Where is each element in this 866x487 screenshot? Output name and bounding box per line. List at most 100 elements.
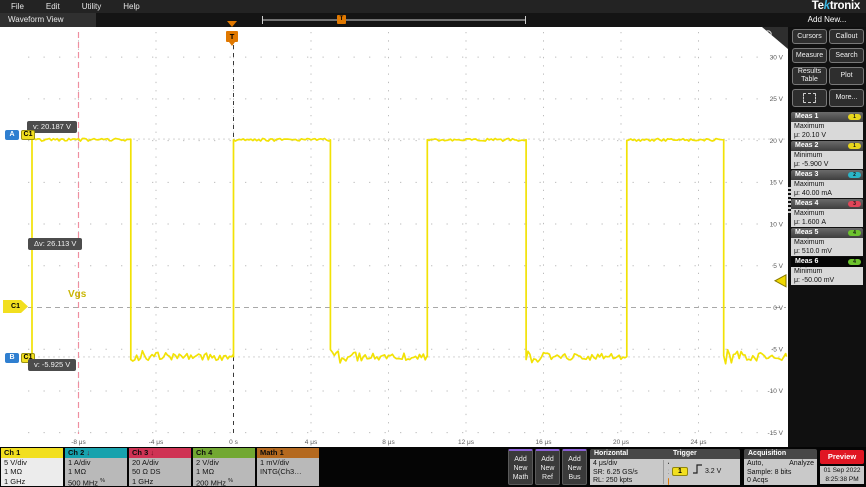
ch4-impedance: 1 MΩ <box>196 467 252 476</box>
horizontal-scale: 4 μs/div <box>593 460 659 469</box>
trigger-panel[interactable]: Trigger 1 3.2 V <box>669 449 740 485</box>
meas-3-source-badge: 2 <box>848 172 861 178</box>
svg-text:5 V: 5 V <box>773 263 783 270</box>
meas-6-type: Minimum <box>794 267 860 276</box>
math1-label: Math 1 <box>260 448 284 457</box>
screen-capture-icon <box>803 93 816 103</box>
channel-1-badge[interactable]: Ch 1 5 V/div 1 MΩ 1 GHz <box>1 448 63 486</box>
meas-3-title: Meas 3 <box>795 171 818 178</box>
svg-text:0 s: 0 s <box>229 439 238 446</box>
more-button[interactable]: More... <box>829 89 864 107</box>
results-table-button[interactable]: Results Table <box>792 67 827 85</box>
add-new-math-button[interactable]: AddNewMath <box>508 449 533 485</box>
trigger-t-badge[interactable]: T <box>226 31 238 42</box>
ch2-scale: 1 A/div <box>68 458 124 467</box>
cursor-a-badge[interactable]: A <box>5 130 19 140</box>
channel-2-badge[interactable]: Ch 2 ↓ 1 A/div 1 MΩ 500 MHz % <box>65 448 127 486</box>
cursor-b-readout[interactable]: v: -5.925 V <box>28 359 76 371</box>
math1-expression: INTG(Ch3… <box>260 467 316 476</box>
svg-text:-4 μs: -4 μs <box>149 439 164 446</box>
trigger-source-badge: 1 <box>672 467 688 476</box>
channel-3-badge[interactable]: Ch 3 ↓ 20 A/div 50 Ω DS 1 GHz <box>129 448 191 486</box>
ch2-impedance: 1 MΩ <box>68 467 124 476</box>
ch2-probe-icon: % <box>100 478 105 484</box>
acquisition-mode: Auto, <box>747 460 763 469</box>
svg-text:-8 μs: -8 μs <box>71 439 86 446</box>
svg-text:30 V: 30 V <box>770 54 784 61</box>
date: 01 Sep 2022 <box>820 466 864 475</box>
menu-file[interactable]: File <box>0 2 35 11</box>
meas-6-value: μ: -50.00 mV <box>794 276 860 285</box>
callout-button[interactable]: Callout <box>829 29 864 44</box>
screen-capture-button[interactable] <box>792 89 827 107</box>
tektronix-logo: Tektronix <box>812 0 860 12</box>
ch4-probe-icon: % <box>228 478 233 484</box>
meas-3-card[interactable]: Meas 32 Maximumμ: 40.00 mA <box>791 170 863 198</box>
cursor-delta-readout[interactable]: Δv: 26.113 V <box>28 238 82 250</box>
menu-help[interactable]: Help <box>112 2 150 11</box>
svg-text:8 μs: 8 μs <box>382 439 395 446</box>
meas-2-card[interactable]: Meas 21 Minimumμ: -5.900 V <box>791 141 863 169</box>
datetime-display[interactable]: 01 Sep 2022 8:25:38 PM <box>820 466 864 484</box>
meas-5-value: μ: 510.0 mV <box>794 247 860 256</box>
cursor-a-source-badge[interactable]: C1 <box>21 130 35 140</box>
panel-drag-handle[interactable] <box>788 187 791 213</box>
tab-waveform-view[interactable]: Waveform View <box>0 13 96 27</box>
ch2-label: Ch 2 <box>68 448 84 457</box>
meas-4-type: Maximum <box>794 209 860 218</box>
ch1-impedance: 1 MΩ <box>4 467 60 476</box>
meas-1-type: Maximum <box>794 122 860 131</box>
svg-text:20 μs: 20 μs <box>613 439 630 446</box>
svg-text:20 V: 20 V <box>770 138 784 145</box>
menu-utility[interactable]: Utility <box>71 2 113 11</box>
math-1-badge[interactable]: Math 1 1 mV/div INTG(Ch3… <box>257 448 319 486</box>
trigger-level-arrow[interactable] <box>775 275 786 287</box>
acquisition-panel[interactable]: Acquisition Auto,Analyze Sample: 8 bits … <box>744 449 817 485</box>
meas-1-source-badge: 1 <box>848 114 861 120</box>
ch3-label: Ch 3 <box>132 448 148 457</box>
svg-text:12 μs: 12 μs <box>458 439 475 446</box>
svg-text:16 μs: 16 μs <box>535 439 552 446</box>
meas-2-source-badge: 1 <box>848 143 861 149</box>
meas-4-value: μ: 1.600 A <box>794 218 860 227</box>
search-button[interactable]: Search <box>829 48 864 63</box>
cursor-b-badge[interactable]: B <box>5 353 19 363</box>
menu-edit[interactable]: Edit <box>35 2 71 11</box>
waveform-label-vgs: Vgs <box>68 289 86 300</box>
ch1-bandwidth: 1 GHz <box>4 477 60 486</box>
menu-bar: File Edit Utility Help Tektronix <box>0 0 866 13</box>
acquisition-count: 0 Acqs <box>747 477 814 486</box>
meas-2-value: μ: -5.900 V <box>794 160 860 169</box>
ch4-bandwidth: 200 MHz <box>196 478 226 487</box>
add-new-ref-button[interactable]: AddNewRef <box>535 449 560 485</box>
measure-button[interactable]: Measure <box>792 48 827 63</box>
math1-scale: 1 mV/div <box>260 458 316 467</box>
ch2-bandwidth: 500 MHz <box>68 478 98 487</box>
acquisition-overview-ruler[interactable]: T <box>262 16 526 24</box>
ch3-clipping-icon: ↓ <box>150 448 154 457</box>
ch3-bandwidth: 1 GHz <box>132 477 188 486</box>
acquisition-title: Acquisition <box>744 449 817 459</box>
svg-text:-15 V: -15 V <box>767 430 783 437</box>
trigger-position-marker[interactable]: T <box>337 15 346 24</box>
meas-5-type: Maximum <box>794 238 860 247</box>
meas-6-card[interactable]: Meas 6 4 Minimumμ: -50.00 mV <box>791 257 863 285</box>
meas-4-card[interactable]: Meas 43 Maximumμ: 1.600 A <box>791 199 863 227</box>
meas-5-card[interactable]: Meas 54 Maximumμ: 510.0 mV <box>791 228 863 256</box>
ch4-scale: 2 V/div <box>196 458 252 467</box>
meas-6-title: Meas 6 <box>795 258 818 265</box>
channel-4-badge[interactable]: Ch 4 2 V/div 1 MΩ 200 MHz % <box>193 448 255 486</box>
cursors-button[interactable]: Cursors <box>792 29 827 44</box>
svg-text:4 μs: 4 μs <box>305 439 318 446</box>
meas-1-card[interactable]: Meas 1 1 Maximumμ: 20.10 V <box>791 112 863 140</box>
meas-6-source-badge: 4 <box>848 259 861 265</box>
meas-2-type: Minimum <box>794 151 860 160</box>
ch4-label: Ch 4 <box>196 448 212 457</box>
add-new-menu[interactable]: Add New... <box>788 13 866 27</box>
horizontal-sample-rate: SR: 6.25 GS/s <box>593 469 659 478</box>
meas-1-title: Meas 1 <box>795 113 818 120</box>
meas-1-value: μ: 20.10 V <box>794 131 860 140</box>
add-new-bus-button[interactable]: AddNewBus <box>562 449 587 485</box>
preview-button[interactable]: Preview <box>820 450 864 464</box>
plot-button[interactable]: Plot <box>829 67 864 85</box>
